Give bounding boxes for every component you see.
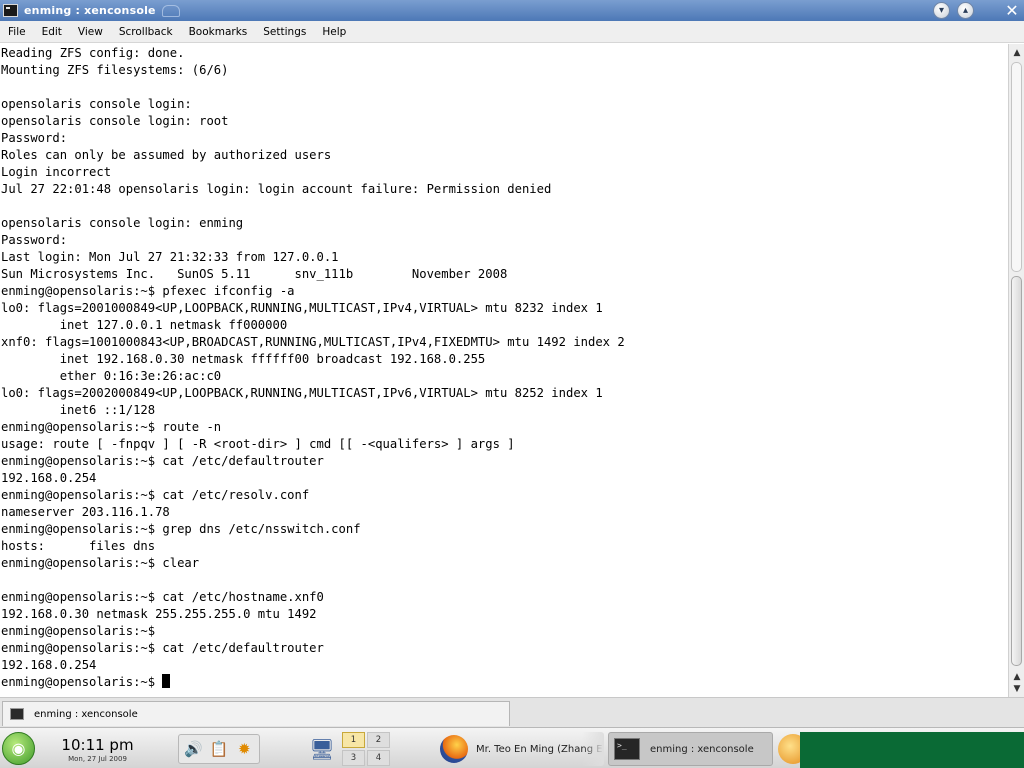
terminal-app-icon[interactable]: [3, 4, 18, 17]
session-tab[interactable]: enming : xenconsole: [2, 701, 510, 726]
terminal-line: inet6 ::1/128: [1, 403, 156, 417]
pager-desktop-3[interactable]: 3: [342, 750, 365, 766]
terminal-line: enming@opensolaris:~$: [1, 624, 156, 638]
terminal-line: usage: route [ -fnpqv ] [ -R <root-dir> …: [1, 437, 515, 451]
terminal-output[interactable]: Reading ZFS config: done. Mounting ZFS fi…: [1, 45, 625, 691]
speaker-icon[interactable]: 🔊: [183, 738, 205, 760]
menu-bookmarks[interactable]: Bookmarks: [181, 26, 256, 38]
taskbar-item-label: enming : xenconsole: [650, 743, 754, 755]
terminal-line: Roles can only be assumed by authorized …: [1, 148, 332, 162]
scroll-down-button[interactable]: ▼: [1011, 683, 1023, 695]
maximize-icon: ▴: [962, 5, 969, 16]
menu-scrollback[interactable]: Scrollback: [111, 26, 181, 38]
terminal-line: enming@opensolaris:~$ cat /etc/defaultro…: [1, 641, 324, 655]
terminal-line: lo0: flags=2001000849<UP,LOOPBACK,RUNNIN…: [1, 301, 603, 315]
terminal-line: opensolaris console login: enming: [1, 216, 244, 230]
window-decoration-icon: [161, 4, 180, 17]
terminal-line: Login incorrect: [1, 165, 112, 179]
terminal-line: Password:: [1, 131, 68, 145]
taskbar: ◉ 10:11 pm Mon, 27 Jul 2009 🔊 📋 ✹ 🖥 1 2 …: [0, 727, 1024, 768]
clipboard-icon[interactable]: 📋: [208, 738, 230, 760]
scroll-up-button[interactable]: ▲: [1011, 47, 1023, 59]
terminal-line: inet 127.0.0.1 netmask ff000000: [1, 318, 288, 332]
terminal-line: enming@opensolaris:~$ grep dns /etc/nssw…: [1, 522, 361, 536]
terminal-icon: >_: [614, 738, 640, 760]
pager-desktop-4[interactable]: 4: [367, 750, 390, 766]
window-titlebar[interactable]: enming : xenconsole ▾ ▴ ✕: [0, 0, 1024, 21]
system-tray: 🔊 📋 ✹: [178, 734, 260, 764]
menu-view[interactable]: View: [70, 26, 111, 38]
terminal-line: 192.168.0.30 netmask 255.255.255.0 mtu 1…: [1, 607, 317, 621]
terminal-line: Last login: Mon Jul 27 21:32:33 from 127…: [1, 250, 339, 264]
terminal-line: Jul 27 22:01:48 opensolaris login: login…: [1, 182, 552, 196]
terminal-line: 192.168.0.254: [1, 658, 97, 672]
clock-time: 10:11 pm: [61, 736, 134, 754]
session-tab-bar: enming : xenconsole: [0, 697, 1024, 727]
terminal-icon: [10, 708, 24, 720]
desktop-background-area: [800, 732, 1024, 768]
clock-date: Mon, 27 Jul 2009: [68, 755, 127, 763]
desktop-pager: 1 2 3 4: [342, 732, 390, 767]
terminal-line: Sun Microsystems Inc. SunOS 5.11 snv_111…: [1, 267, 508, 281]
vertical-scrollbar[interactable]: ▲ ▲ ▼: [1008, 44, 1024, 697]
menu-bar: File Edit View Scrollback Bookmarks Sett…: [0, 21, 1024, 43]
menu-file[interactable]: File: [0, 26, 34, 38]
terminal-line: nameserver 203.116.1.78: [1, 505, 170, 519]
terminal-line: enming@opensolaris:~$ cat /etc/resolv.co…: [1, 488, 310, 502]
terminal-line: xnf0: flags=1001000843<UP,BROADCAST,RUNN…: [1, 335, 625, 349]
terminal-line: lo0: flags=2002000849<UP,LOOPBACK,RUNNIN…: [1, 386, 603, 400]
minimize-icon: ▾: [938, 5, 945, 16]
terminal-line: opensolaris console login: root: [1, 114, 229, 128]
terminal-line: enming@opensolaris:~$ clear: [1, 556, 200, 570]
close-button[interactable]: ✕: [1002, 1, 1022, 20]
scroll-track[interactable]: [1011, 62, 1022, 272]
terminal-line: Mounting ZFS filesystems: (6/6): [1, 63, 229, 77]
terminal-line: enming@opensolaris:~$ pfexec ifconfig -a: [1, 284, 295, 298]
terminal-line: Reading ZFS config: done.: [1, 46, 185, 60]
menu-help[interactable]: Help: [314, 26, 354, 38]
terminal-line: Password:: [1, 233, 68, 247]
pager-desktop-2[interactable]: 2: [367, 732, 390, 748]
show-desktop-icon[interactable]: 🖥: [306, 736, 338, 762]
firefox-icon: [440, 735, 468, 763]
opensuse-gecko-icon[interactable]: ◉: [2, 732, 35, 765]
pager-desktop-1[interactable]: 1: [342, 732, 365, 748]
close-icon: ✕: [1005, 1, 1019, 20]
terminal-line: inet 192.168.0.30 netmask ffffff00 broad…: [1, 352, 486, 366]
clock[interactable]: 10:11 pm Mon, 27 Jul 2009: [50, 736, 145, 764]
scroll-thumb[interactable]: [1011, 276, 1022, 666]
terminal-line: enming@opensolaris:~$ cat /etc/hostname.…: [1, 590, 324, 604]
terminal-line: 192.168.0.254: [1, 471, 97, 485]
scroll-up-button-lower[interactable]: ▲: [1011, 671, 1023, 683]
terminal-view[interactable]: Reading ZFS config: done. Mounting ZFS fi…: [0, 44, 1008, 697]
taskbar-item-firefox[interactable]: Mr. Teo En Ming (Zhang E: [438, 732, 604, 766]
terminal-line: enming@opensolaris:~$ cat /etc/defaultro…: [1, 454, 324, 468]
maximize-button[interactable]: ▴: [957, 2, 974, 19]
minimize-button[interactable]: ▾: [933, 2, 950, 19]
updater-icon[interactable]: ✹: [233, 738, 255, 760]
window-title: enming : xenconsole: [24, 4, 156, 17]
terminal-line: opensolaris console login:: [1, 97, 192, 111]
partial-tray-icon[interactable]: [778, 734, 800, 764]
menu-settings[interactable]: Settings: [255, 26, 314, 38]
text-cursor: [162, 674, 171, 688]
terminal-line: ether 0:16:3e:26:ac:c0: [1, 369, 222, 383]
menu-edit[interactable]: Edit: [34, 26, 70, 38]
terminal-prompt-line[interactable]: enming@opensolaris:~$: [1, 674, 625, 691]
taskbar-item-console[interactable]: >_ enming : xenconsole: [608, 732, 773, 766]
terminal-line: enming@opensolaris:~$ route -n: [1, 420, 222, 434]
terminal-prompt: enming@opensolaris:~$: [1, 675, 163, 689]
session-tab-label: enming : xenconsole: [34, 708, 138, 720]
terminal-line: hosts: files dns: [1, 539, 156, 553]
